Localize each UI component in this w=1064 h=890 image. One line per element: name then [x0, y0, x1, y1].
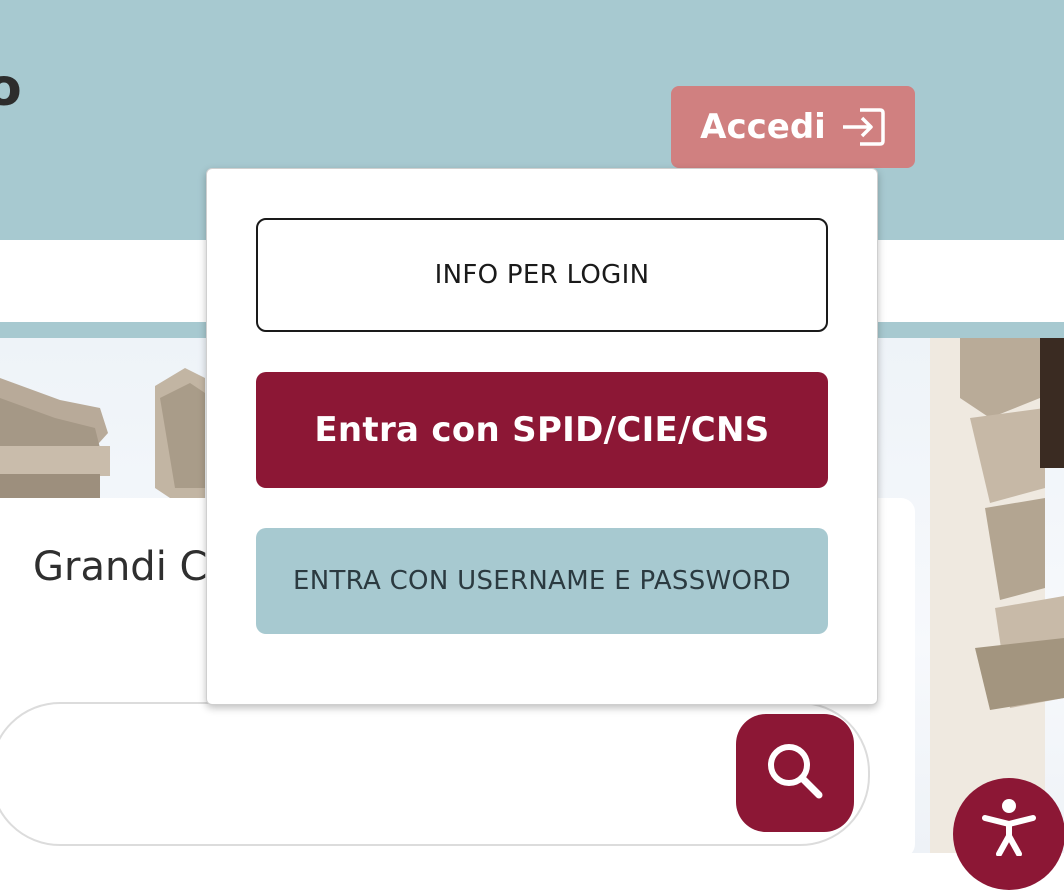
card-title: Grandi Ca [33, 544, 232, 590]
login-button[interactable]: Accedi [671, 86, 915, 168]
search-input[interactable] [0, 705, 720, 839]
login-dropdown-menu: INFO PER LOGIN Entra con SPID/CIE/CNS EN… [206, 168, 878, 705]
accessibility-button[interactable] [953, 778, 1064, 890]
window-shadow [1040, 338, 1064, 468]
info-login-button[interactable]: INFO PER LOGIN [256, 218, 828, 332]
search-icon [763, 739, 827, 807]
accessibility-icon [979, 796, 1039, 860]
site-logo-fragment[interactable]: o [0, 62, 22, 114]
login-icon [840, 107, 886, 147]
spid-login-button[interactable]: Entra con SPID/CIE/CNS [256, 372, 828, 488]
search-button[interactable] [736, 714, 854, 832]
login-button-label: Accedi [700, 107, 826, 147]
username-password-login-button[interactable]: ENTRA CON USERNAME E PASSWORD [256, 528, 828, 634]
